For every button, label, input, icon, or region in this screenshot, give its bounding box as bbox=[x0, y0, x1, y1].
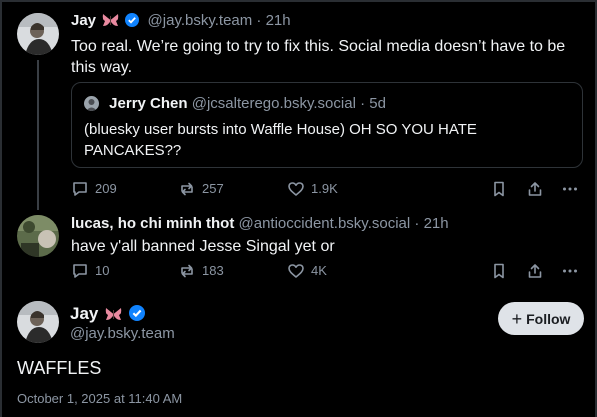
post-header: Jay @jay.bsky.team · 21h bbox=[71, 12, 291, 32]
avatar[interactable] bbox=[17, 215, 59, 257]
post-text-line: Too real. We’re going to try to fix this… bbox=[71, 38, 566, 55]
quote-post[interactable]: Jerry Chen @jcsalterego.bsky.social · 5d… bbox=[71, 82, 583, 168]
window-border-top bbox=[0, 0, 597, 2]
author-name[interactable]: Jay bbox=[71, 12, 96, 29]
share-button[interactable] bbox=[526, 179, 550, 199]
repost-button[interactable]: 257 bbox=[178, 179, 224, 199]
more-icon bbox=[563, 187, 577, 191]
like-icon bbox=[288, 264, 304, 278]
quote-text: (bluesky user bursts into Waffle House) … bbox=[84, 119, 564, 161]
quote-author-name: Jerry Chen bbox=[109, 95, 188, 112]
post-text: WAFFLES bbox=[17, 358, 102, 378]
author-name[interactable]: lucas, ho chi minh thot bbox=[71, 215, 234, 232]
reply-icon bbox=[73, 182, 87, 196]
quote-time: 5d bbox=[369, 95, 386, 112]
more-button[interactable] bbox=[561, 179, 585, 199]
like-count: 4K bbox=[311, 263, 327, 278]
post-time[interactable]: 21h bbox=[424, 215, 449, 232]
plus-icon: + bbox=[511, 308, 523, 329]
quote-avatar bbox=[84, 96, 99, 111]
separator: · bbox=[360, 95, 366, 112]
like-count: 1.9K bbox=[311, 181, 338, 196]
window-border-left bbox=[0, 0, 2, 417]
reply-count: 10 bbox=[95, 263, 110, 278]
reply-count: 209 bbox=[95, 181, 117, 196]
quote-text-line: PANCAKES?? bbox=[84, 142, 182, 159]
bookmark-icon bbox=[494, 263, 504, 279]
follow-button[interactable]: + Follow bbox=[498, 302, 584, 335]
avatar[interactable] bbox=[17, 301, 59, 343]
share-button[interactable] bbox=[526, 261, 550, 281]
post-actions: 10 183 4K bbox=[71, 261, 583, 281]
more-button[interactable] bbox=[561, 261, 585, 281]
reply-icon bbox=[73, 264, 87, 278]
author-handle[interactable]: @antioccident.bsky.social bbox=[239, 215, 411, 232]
more-icon bbox=[563, 269, 577, 273]
separator: · bbox=[414, 215, 420, 232]
bookmark-icon bbox=[494, 181, 504, 197]
quote-text-line: (bluesky user bursts into Waffle House) … bbox=[84, 121, 477, 138]
repost-count: 183 bbox=[202, 263, 224, 278]
post-actions: 209 257 1.9K bbox=[71, 179, 583, 199]
verified-icon bbox=[128, 305, 145, 326]
thread-line bbox=[37, 60, 39, 210]
quote-header: Jerry Chen @jcsalterego.bsky.social · 5d bbox=[84, 95, 386, 113]
reply-button[interactable]: 209 bbox=[71, 179, 117, 199]
author-handle[interactable]: @jay.bsky.team bbox=[148, 12, 253, 29]
separator: · bbox=[256, 12, 262, 29]
repost-icon bbox=[181, 264, 193, 278]
author-handle[interactable]: @jay.bsky.team bbox=[70, 325, 175, 343]
butterfly-emoji-icon bbox=[105, 306, 122, 326]
share-icon bbox=[528, 182, 542, 196]
follow-label: Follow bbox=[526, 310, 571, 327]
post-text: have y'all banned Jesse Singal yet or bbox=[71, 238, 335, 255]
reply-button[interactable]: 10 bbox=[71, 261, 109, 281]
post-time[interactable]: 21h bbox=[266, 12, 291, 29]
repost-icon bbox=[181, 182, 193, 196]
post-header: lucas, ho chi minh thot @antioccident.bs… bbox=[71, 215, 449, 233]
repost-button[interactable]: 183 bbox=[178, 261, 224, 281]
post-date[interactable]: October 1, 2025 at 11:40 AM bbox=[17, 391, 182, 407]
like-button[interactable]: 1.9K bbox=[287, 179, 338, 199]
bookmark-button[interactable] bbox=[491, 179, 513, 199]
main-author-row: Jay bbox=[70, 304, 149, 326]
post-text-line: this way. bbox=[71, 59, 133, 76]
avatar[interactable] bbox=[17, 13, 59, 55]
share-icon bbox=[528, 264, 542, 278]
verified-icon bbox=[125, 13, 140, 32]
post-text: Too real. We’re going to try to fix this… bbox=[71, 36, 581, 78]
butterfly-emoji-icon bbox=[102, 13, 119, 32]
bookmark-button[interactable] bbox=[491, 261, 513, 281]
author-name[interactable]: Jay bbox=[70, 304, 98, 323]
repost-count: 257 bbox=[202, 181, 224, 196]
like-button[interactable]: 4K bbox=[287, 261, 327, 281]
like-icon bbox=[288, 182, 304, 196]
quote-author-handle: @jcsalterego.bsky.social bbox=[191, 95, 356, 112]
